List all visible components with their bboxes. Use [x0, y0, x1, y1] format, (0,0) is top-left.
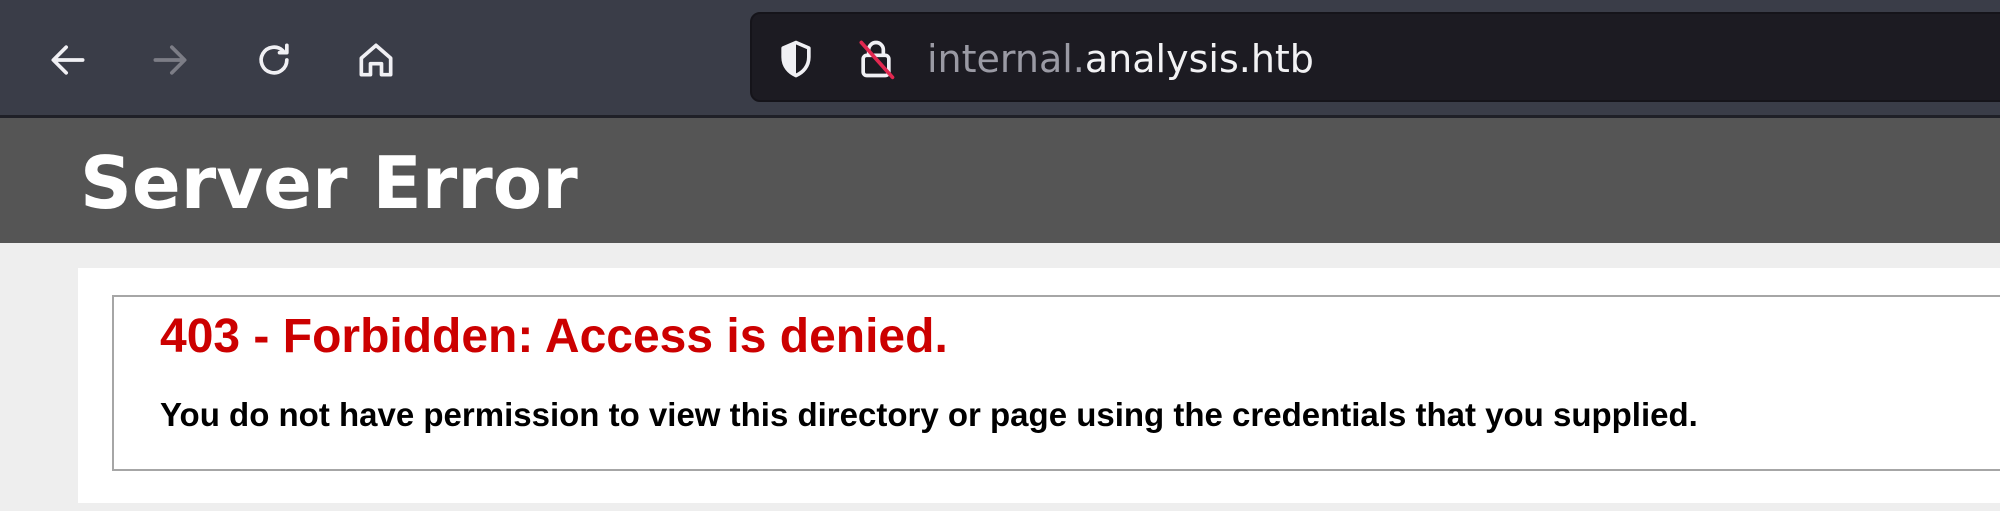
page-title: Server Error: [80, 141, 578, 225]
reload-button[interactable]: [242, 28, 306, 92]
content-panel: 403 - Forbidden: Access is denied. You d…: [78, 268, 2000, 503]
url-domain: analysis.htb: [1084, 37, 1314, 81]
insecure-lock-icon[interactable]: [854, 37, 898, 81]
back-arrow-icon: [51, 45, 85, 75]
url-text[interactable]: internal.analysis.htb: [927, 32, 1314, 86]
home-button[interactable]: [344, 28, 408, 92]
forward-arrow-icon: [153, 45, 187, 75]
back-button[interactable]: [36, 28, 100, 92]
forward-button[interactable]: [138, 28, 202, 92]
error-message: You do not have permission to view this …: [160, 396, 1698, 433]
error-box: 403 - Forbidden: Access is denied. You d…: [112, 295, 2000, 471]
url-subdomain: internal.: [927, 37, 1085, 81]
shield-icon[interactable]: [774, 37, 818, 81]
page-header: Server Error: [0, 118, 2000, 243]
reload-icon: [259, 43, 289, 75]
error-heading: 403 - Forbidden: Access is denied.: [160, 310, 948, 363]
browser-toolbar: internal.analysis.htb: [0, 0, 2000, 115]
url-bar[interactable]: internal.analysis.htb: [750, 12, 2000, 102]
home-icon: [359, 43, 393, 77]
